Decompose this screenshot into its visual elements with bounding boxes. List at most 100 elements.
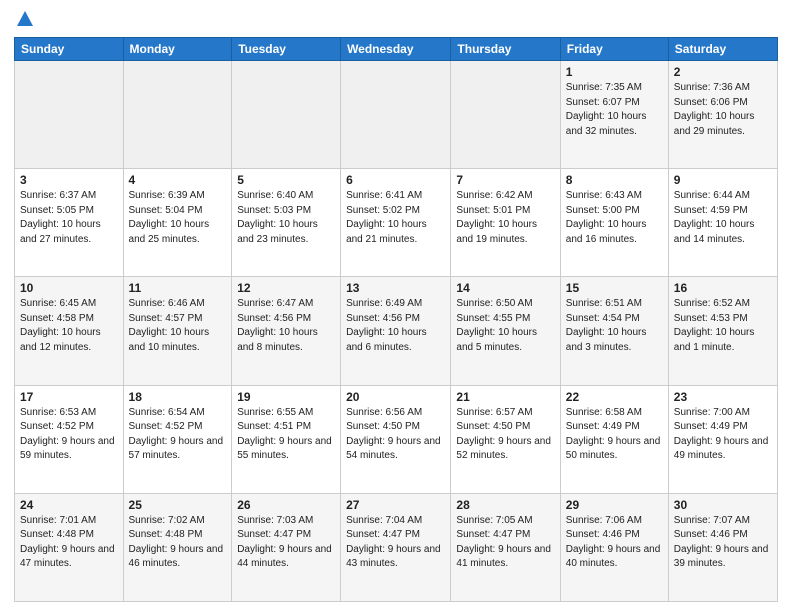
day-number: 15 <box>566 281 663 295</box>
calendar-cell: 21 Sunrise: 6:57 AM Sunset: 4:50 PM Dayli… <box>451 385 560 493</box>
day-info: Sunrise: 6:43 AM Sunset: 5:00 PM Dayligh… <box>566 189 663 247</box>
day-info: Sunrise: 7:01 AM Sunset: 4:48 PM Dayligh… <box>20 514 118 572</box>
calendar-cell: 20 Sunrise: 6:56 AM Sunset: 4:50 PM Dayli… <box>341 385 451 493</box>
day-of-week-header: Monday <box>123 38 232 61</box>
day-number: 9 <box>674 173 772 187</box>
calendar-cell: 24 Sunrise: 7:01 AM Sunset: 4:48 PM Dayli… <box>15 493 124 601</box>
logo-triangle-icon <box>16 10 34 31</box>
page: SundayMondayTuesdayWednesdayThursdayFrid… <box>0 0 792 612</box>
day-info: Sunrise: 6:37 AM Sunset: 5:05 PM Dayligh… <box>20 189 118 247</box>
calendar-cell: 23Sunrise: 7:00 AM Sunset: 4:49 PM Dayli… <box>668 385 777 493</box>
calendar-cell <box>123 61 232 169</box>
calendar-week-row: 17 Sunrise: 6:53 AM Sunset: 4:52 PM Dayli… <box>15 385 778 493</box>
calendar-cell: 27Sunrise: 7:04 AM Sunset: 4:47 PM Dayli… <box>341 493 451 601</box>
calendar-cell: 16 Sunrise: 6:52 AM Sunset: 4:53 PM Dayli… <box>668 277 777 385</box>
calendar-week-row: 3 Sunrise: 6:37 AM Sunset: 5:05 PM Daylig… <box>15 169 778 277</box>
calendar-cell: 29 Sunrise: 7:06 AM Sunset: 4:46 PM Dayli… <box>560 493 668 601</box>
calendar-cell: 10 Sunrise: 6:45 AM Sunset: 4:58 PM Dayli… <box>15 277 124 385</box>
day-number: 30 <box>674 498 772 512</box>
day-number: 10 <box>20 281 118 295</box>
day-number: 25 <box>129 498 227 512</box>
calendar-cell <box>232 61 341 169</box>
calendar-cell: 8 Sunrise: 6:43 AM Sunset: 5:00 PM Daylig… <box>560 169 668 277</box>
day-number: 27 <box>346 498 445 512</box>
calendar-cell: 12 Sunrise: 6:47 AM Sunset: 4:56 PM Dayli… <box>232 277 341 385</box>
day-info: Sunrise: 6:58 AM Sunset: 4:49 PM Dayligh… <box>566 406 663 464</box>
day-of-week-header: Thursday <box>451 38 560 61</box>
day-number: 20 <box>346 390 445 404</box>
calendar-cell: 3 Sunrise: 6:37 AM Sunset: 5:05 PM Daylig… <box>15 169 124 277</box>
day-info: Sunrise: 6:49 AM Sunset: 4:56 PM Dayligh… <box>346 297 445 355</box>
calendar-cell: 14 Sunrise: 6:50 AM Sunset: 4:55 PM Dayli… <box>451 277 560 385</box>
day-number: 21 <box>456 390 554 404</box>
day-info: Sunrise: 6:41 AM Sunset: 5:02 PM Dayligh… <box>346 189 445 247</box>
day-info: Sunrise: 6:47 AM Sunset: 4:56 PM Dayligh… <box>237 297 335 355</box>
day-number: 1 <box>566 65 663 79</box>
calendar-cell: 19 Sunrise: 6:55 AM Sunset: 4:51 PM Dayli… <box>232 385 341 493</box>
day-info: Sunrise: 6:55 AM Sunset: 4:51 PM Dayligh… <box>237 406 335 464</box>
calendar-cell <box>341 61 451 169</box>
day-info: Sunrise: 7:06 AM Sunset: 4:46 PM Dayligh… <box>566 514 663 572</box>
day-info: Sunrise: 7:07 AM Sunset: 4:46 PM Dayligh… <box>674 514 772 572</box>
day-info: Sunrise: 6:56 AM Sunset: 4:50 PM Dayligh… <box>346 406 445 464</box>
day-info: Sunrise: 6:46 AM Sunset: 4:57 PM Dayligh… <box>129 297 227 355</box>
day-number: 5 <box>237 173 335 187</box>
calendar-cell: 11 Sunrise: 6:46 AM Sunset: 4:57 PM Dayli… <box>123 277 232 385</box>
calendar-cell: 30 Sunrise: 7:07 AM Sunset: 4:46 PM Dayli… <box>668 493 777 601</box>
day-info: Sunrise: 7:00 AM Sunset: 4:49 PM Dayligh… <box>674 406 772 464</box>
day-info: Sunrise: 6:40 AM Sunset: 5:03 PM Dayligh… <box>237 189 335 247</box>
calendar-table: SundayMondayTuesdayWednesdayThursdayFrid… <box>14 37 778 602</box>
calendar-cell <box>15 61 124 169</box>
calendar-cell: 28Sunrise: 7:05 AM Sunset: 4:47 PM Dayli… <box>451 493 560 601</box>
day-number: 29 <box>566 498 663 512</box>
calendar-week-row: 10 Sunrise: 6:45 AM Sunset: 4:58 PM Dayli… <box>15 277 778 385</box>
calendar-week-row: 24 Sunrise: 7:01 AM Sunset: 4:48 PM Dayli… <box>15 493 778 601</box>
day-number: 18 <box>129 390 227 404</box>
day-number: 16 <box>674 281 772 295</box>
day-number: 19 <box>237 390 335 404</box>
day-of-week-header: Wednesday <box>341 38 451 61</box>
calendar-cell <box>451 61 560 169</box>
logo <box>14 10 34 31</box>
day-number: 28 <box>456 498 554 512</box>
day-info: Sunrise: 6:50 AM Sunset: 4:55 PM Dayligh… <box>456 297 554 355</box>
day-info: Sunrise: 6:57 AM Sunset: 4:50 PM Dayligh… <box>456 406 554 464</box>
calendar-cell: 2Sunrise: 7:36 AM Sunset: 6:06 PM Daylig… <box>668 61 777 169</box>
day-info: Sunrise: 6:54 AM Sunset: 4:52 PM Dayligh… <box>129 406 227 464</box>
day-number: 3 <box>20 173 118 187</box>
day-number: 8 <box>566 173 663 187</box>
calendar-cell: 26 Sunrise: 7:03 AM Sunset: 4:47 PM Dayli… <box>232 493 341 601</box>
day-info: Sunrise: 7:03 AM Sunset: 4:47 PM Dayligh… <box>237 514 335 572</box>
day-number: 24 <box>20 498 118 512</box>
calendar-cell: 13 Sunrise: 6:49 AM Sunset: 4:56 PM Dayli… <box>341 277 451 385</box>
day-of-week-header: Saturday <box>668 38 777 61</box>
day-info: Sunrise: 6:39 AM Sunset: 5:04 PM Dayligh… <box>129 189 227 247</box>
day-number: 14 <box>456 281 554 295</box>
day-info: Sunrise: 6:45 AM Sunset: 4:58 PM Dayligh… <box>20 297 118 355</box>
day-of-week-header: Sunday <box>15 38 124 61</box>
day-info: Sunrise: 6:44 AM Sunset: 4:59 PM Dayligh… <box>674 189 772 247</box>
calendar-cell: 4Sunrise: 6:39 AM Sunset: 5:04 PM Daylig… <box>123 169 232 277</box>
day-info: Sunrise: 6:51 AM Sunset: 4:54 PM Dayligh… <box>566 297 663 355</box>
day-of-week-header: Tuesday <box>232 38 341 61</box>
calendar-cell: 7Sunrise: 6:42 AM Sunset: 5:01 PM Daylig… <box>451 169 560 277</box>
day-info: Sunrise: 6:42 AM Sunset: 5:01 PM Dayligh… <box>456 189 554 247</box>
calendar-cell: 15 Sunrise: 6:51 AM Sunset: 4:54 PM Dayli… <box>560 277 668 385</box>
day-number: 13 <box>346 281 445 295</box>
calendar-cell: 9 Sunrise: 6:44 AM Sunset: 4:59 PM Daylig… <box>668 169 777 277</box>
calendar-cell: 25 Sunrise: 7:02 AM Sunset: 4:48 PM Dayli… <box>123 493 232 601</box>
day-number: 26 <box>237 498 335 512</box>
calendar-cell: 1Sunrise: 7:35 AM Sunset: 6:07 PM Daylig… <box>560 61 668 169</box>
calendar-cell: 5 Sunrise: 6:40 AM Sunset: 5:03 PM Daylig… <box>232 169 341 277</box>
calendar-week-row: 1Sunrise: 7:35 AM Sunset: 6:07 PM Daylig… <box>15 61 778 169</box>
calendar-cell: 17 Sunrise: 6:53 AM Sunset: 4:52 PM Dayli… <box>15 385 124 493</box>
day-number: 17 <box>20 390 118 404</box>
day-info: Sunrise: 7:02 AM Sunset: 4:48 PM Dayligh… <box>129 514 227 572</box>
day-number: 12 <box>237 281 335 295</box>
day-number: 11 <box>129 281 227 295</box>
calendar-cell: 22Sunrise: 6:58 AM Sunset: 4:49 PM Dayli… <box>560 385 668 493</box>
day-info: Sunrise: 6:52 AM Sunset: 4:53 PM Dayligh… <box>674 297 772 355</box>
calendar-cell: 6Sunrise: 6:41 AM Sunset: 5:02 PM Daylig… <box>341 169 451 277</box>
day-info: Sunrise: 6:53 AM Sunset: 4:52 PM Dayligh… <box>20 406 118 464</box>
calendar-header-row: SundayMondayTuesdayWednesdayThursdayFrid… <box>15 38 778 61</box>
